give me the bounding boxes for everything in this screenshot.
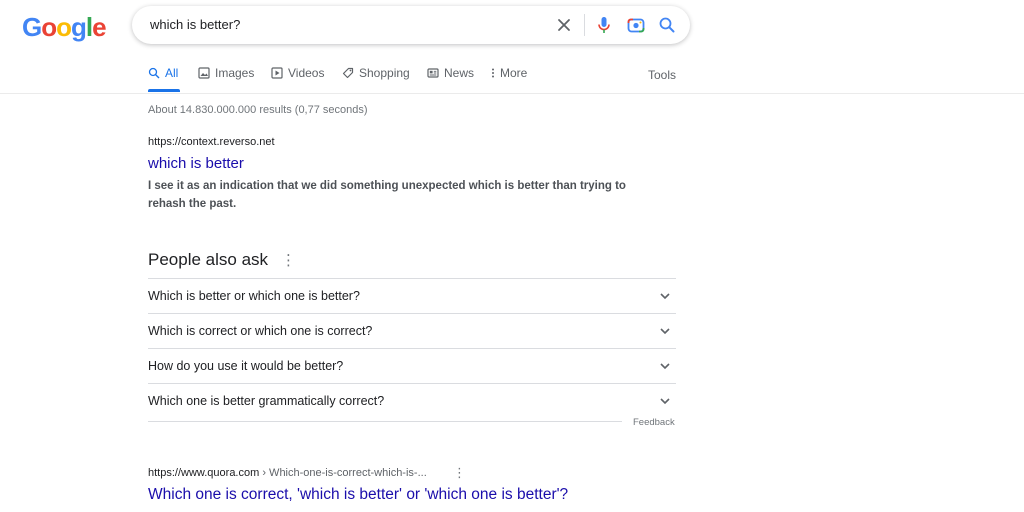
paa-question-text: Which one is better grammatically correc… <box>148 394 385 408</box>
paa-question[interactable]: Which one is better grammatically correc… <box>148 383 676 418</box>
result-title-link[interactable]: which is better <box>148 155 244 172</box>
chevron-down-icon <box>660 293 670 300</box>
google-logo[interactable]: Google <box>22 12 107 43</box>
more-vert-icon[interactable]: ⋮ <box>453 465 466 481</box>
search-input[interactable]: which is better? <box>150 17 240 32</box>
feedback-divider <box>148 421 622 422</box>
paa-question-text: Which is correct or which one is correct… <box>148 324 373 338</box>
result-url-path: › Which-one-is-correct-which-is-... <box>259 467 427 479</box>
tab-label: Images <box>215 66 255 80</box>
paa-question-text: How do you use it would be better? <box>148 359 344 373</box>
people-also-ask-list: Which is better or which one is better? … <box>148 278 676 418</box>
tab-label: News <box>444 66 475 80</box>
search-icon <box>148 67 160 79</box>
tab-news[interactable]: News <box>427 66 474 92</box>
people-also-ask-heading: People also ask <box>148 250 269 269</box>
paa-question[interactable]: Which is better or which one is better? <box>148 278 676 313</box>
tab-label: Videos <box>288 66 325 80</box>
tab-more[interactable]: More <box>491 66 527 92</box>
result-snippet: I see it as an indication that we did so… <box>148 180 626 210</box>
close-icon[interactable] <box>554 15 574 35</box>
tab-videos[interactable]: Videos <box>271 66 324 92</box>
video-icon <box>271 67 283 79</box>
tab-images[interactable]: Images <box>198 66 254 92</box>
camera-lens-icon[interactable] <box>626 15 646 35</box>
tab-all[interactable]: All <box>148 66 181 92</box>
more-vert-icon[interactable]: ⋮ <box>281 251 296 269</box>
news-icon <box>427 68 439 78</box>
tab-shopping[interactable]: Shopping <box>342 66 410 92</box>
search-box-divider <box>584 14 585 36</box>
result-url-domain: https://www.quora.com <box>148 467 260 479</box>
images-icon <box>198 67 210 79</box>
header-divider <box>0 93 1024 94</box>
tag-icon <box>342 67 354 79</box>
more-vert-icon <box>492 68 494 78</box>
tab-label: More <box>500 66 528 80</box>
chevron-down-icon <box>660 328 670 335</box>
chevron-down-icon <box>660 363 670 370</box>
paa-question-text: Which is better or which one is better? <box>148 289 360 303</box>
result-stats: About 14.830.000.000 results (0,77 secon… <box>148 104 368 116</box>
chevron-down-icon <box>660 398 670 405</box>
logo-letter: o <box>41 12 57 42</box>
paa-question[interactable]: How do you use it would be better? <box>148 348 676 383</box>
result-url[interactable]: https://www.quora.com › Which-one-is-cor… <box>148 467 427 479</box>
tab-label: All <box>165 66 179 80</box>
paa-question[interactable]: Which is correct or which one is correct… <box>148 313 676 348</box>
microphone-icon[interactable] <box>594 15 614 35</box>
tools-button[interactable]: Tools <box>648 68 676 82</box>
tab-label: Shopping <box>359 66 410 80</box>
result-url[interactable]: https://context.reverso.net <box>148 136 275 148</box>
search-results-page: Google which is better? All Images Video… <box>0 0 1024 512</box>
search-box[interactable]: which is better? <box>132 6 690 44</box>
logo-letter: e <box>92 12 107 42</box>
logo-letter: G <box>22 12 42 42</box>
logo-letter: o <box>56 12 72 42</box>
search-icon[interactable] <box>657 15 677 35</box>
feedback-link[interactable]: Feedback <box>633 417 675 428</box>
result-title-link[interactable]: Which one is correct, 'which is better' … <box>148 486 568 504</box>
logo-letter: g <box>71 12 87 42</box>
